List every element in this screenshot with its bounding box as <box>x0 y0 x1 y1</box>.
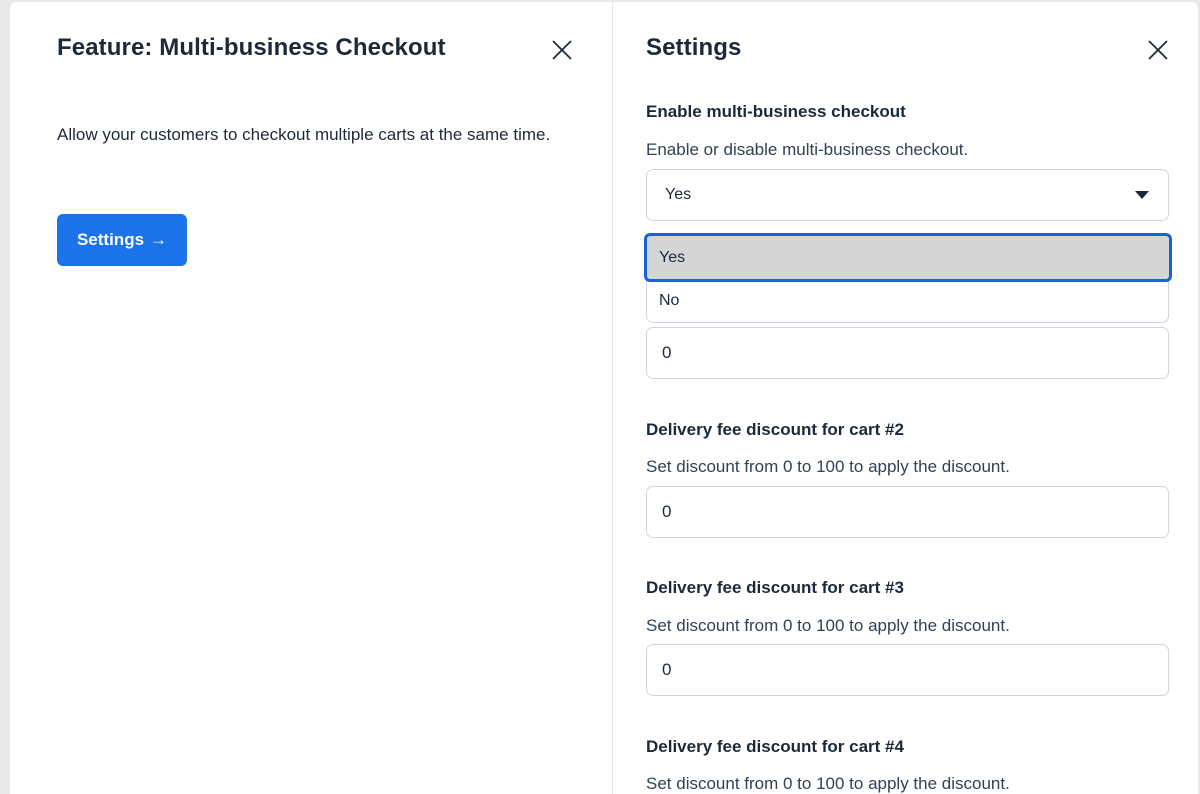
cart1-discount-input[interactable]: 0 <box>646 327 1169 379</box>
enable-checkout-dropdown: No Yes <box>644 233 1172 324</box>
arrow-right-icon: → <box>150 230 168 249</box>
settings-panel: Settings Enable multi-business checkout … <box>614 2 1198 794</box>
cart2-discount-input[interactable]: 0 <box>646 486 1169 538</box>
cart3-discount-input[interactable]: 0 <box>646 644 1169 696</box>
cart4-discount-help: Set discount from 0 to 100 to apply the … <box>646 774 1010 793</box>
settings-title: Settings <box>646 34 742 61</box>
enable-checkout-select[interactable]: Yes <box>646 169 1169 221</box>
close-icon <box>552 40 572 60</box>
settings-button-label: Settings <box>76 230 145 249</box>
cart1-discount-value: 0 <box>662 343 672 362</box>
feature-title: Feature: Multi-business Checkout <box>57 34 446 61</box>
close-feature-button[interactable] <box>549 37 575 63</box>
settings-button[interactable]: Settings → <box>57 214 187 266</box>
option-label: Yes <box>659 248 686 266</box>
option-yes[interactable]: Yes <box>644 233 1172 282</box>
cart3-discount-value: 0 <box>662 660 672 679</box>
cart2-discount-help: Set discount from 0 to 100 to apply the … <box>646 457 1010 476</box>
close-icon <box>1148 40 1168 60</box>
app-frame: Feature: Multi-business Checkout Allow y… <box>10 2 1198 794</box>
chevron-down-icon <box>1135 191 1149 199</box>
option-no[interactable]: No <box>646 279 1169 323</box>
cart3-discount-label: Delivery fee discount for cart #3 <box>646 578 904 597</box>
feature-panel: Feature: Multi-business Checkout Allow y… <box>10 2 613 794</box>
feature-description: Allow your customers to checkout multipl… <box>57 125 551 144</box>
close-settings-button[interactable] <box>1145 37 1171 63</box>
enable-checkout-help: Enable or disable multi-business checkou… <box>646 140 969 159</box>
cart2-discount-value: 0 <box>662 502 672 521</box>
cart3-discount-help: Set discount from 0 to 100 to apply the … <box>646 616 1010 635</box>
cart2-discount-label: Delivery fee discount for cart #2 <box>646 420 904 439</box>
select-value: Yes <box>665 186 692 203</box>
cart4-discount-label: Delivery fee discount for cart #4 <box>646 737 904 756</box>
enable-checkout-label: Enable multi-business checkout <box>646 102 906 121</box>
option-label: No <box>659 291 680 309</box>
